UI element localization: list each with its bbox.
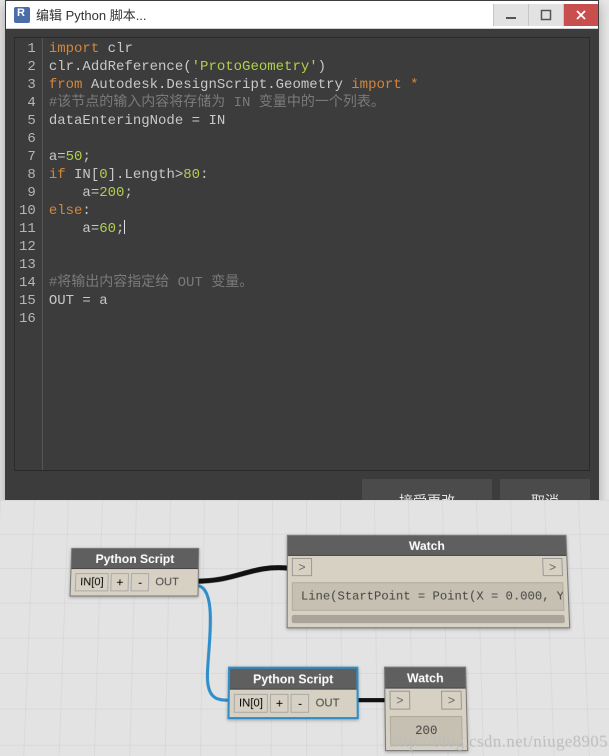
minimize-icon: [505, 9, 517, 21]
watch-value: Line(StartPoint = Point(X = 0.000, Y =: [292, 582, 565, 611]
out-port[interactable]: OUT: [155, 576, 179, 588]
watch-out-port[interactable]: >: [542, 558, 563, 576]
watch-in-port[interactable]: >: [389, 691, 410, 710]
app-icon: [14, 7, 30, 23]
watch-out-port[interactable]: >: [441, 691, 462, 710]
remove-input-button[interactable]: -: [291, 694, 310, 713]
node-body: IN[0] + - OUT: [230, 690, 357, 717]
in-port[interactable]: IN[0]: [234, 694, 268, 713]
window-buttons: [493, 4, 598, 26]
minimize-button[interactable]: [493, 4, 528, 26]
titlebar[interactable]: 编辑 Python 脚本...: [6, 1, 598, 29]
python-editor-window: 编辑 Python 脚本... 12345678910111213141516 …: [5, 0, 599, 532]
close-button[interactable]: [563, 4, 598, 26]
node-canvas[interactable]: Python Script IN[0] + - OUT Watch > > Li…: [0, 500, 609, 756]
node-python-script-1[interactable]: Python Script IN[0] + - OUT: [70, 548, 200, 597]
watch-port-row: > >: [385, 689, 466, 712]
node-body: IN[0] + - OUT: [71, 569, 198, 595]
window-title: 编辑 Python 脚本...: [36, 5, 493, 24]
node-header[interactable]: Python Script: [72, 549, 199, 569]
out-port[interactable]: OUT: [316, 697, 340, 710]
add-input-button[interactable]: +: [111, 573, 130, 591]
watch-in-port[interactable]: >: [292, 558, 312, 576]
node-header[interactable]: Watch: [385, 668, 466, 689]
code-editor[interactable]: 12345678910111213141516 import clrclr.Ad…: [14, 37, 590, 471]
line-gutter: 12345678910111213141516: [15, 38, 43, 470]
node-python-script-2[interactable]: Python Script IN[0] + - OUT: [227, 667, 358, 720]
close-icon: [575, 9, 587, 21]
editor-wrap: 12345678910111213141516 import clrclr.Ad…: [6, 29, 598, 531]
add-input-button[interactable]: +: [270, 694, 289, 713]
remove-input-button[interactable]: -: [131, 573, 150, 591]
node-header[interactable]: Python Script: [230, 669, 357, 690]
in-port[interactable]: IN[0]: [75, 573, 109, 591]
watch-port-row: > >: [288, 556, 567, 578]
maximize-button[interactable]: [528, 4, 563, 26]
node-header[interactable]: Watch: [288, 536, 566, 556]
maximize-icon: [540, 9, 552, 21]
node-watch-1[interactable]: Watch > > Line(StartPoint = Point(X = 0.…: [287, 535, 571, 628]
watch-value: 200: [390, 716, 463, 746]
node-watch-2[interactable]: Watch > > 200: [384, 667, 468, 751]
code-area[interactable]: import clrclr.AddReference('ProtoGeometr…: [43, 38, 589, 470]
watch-scrollbar[interactable]: [292, 615, 565, 623]
